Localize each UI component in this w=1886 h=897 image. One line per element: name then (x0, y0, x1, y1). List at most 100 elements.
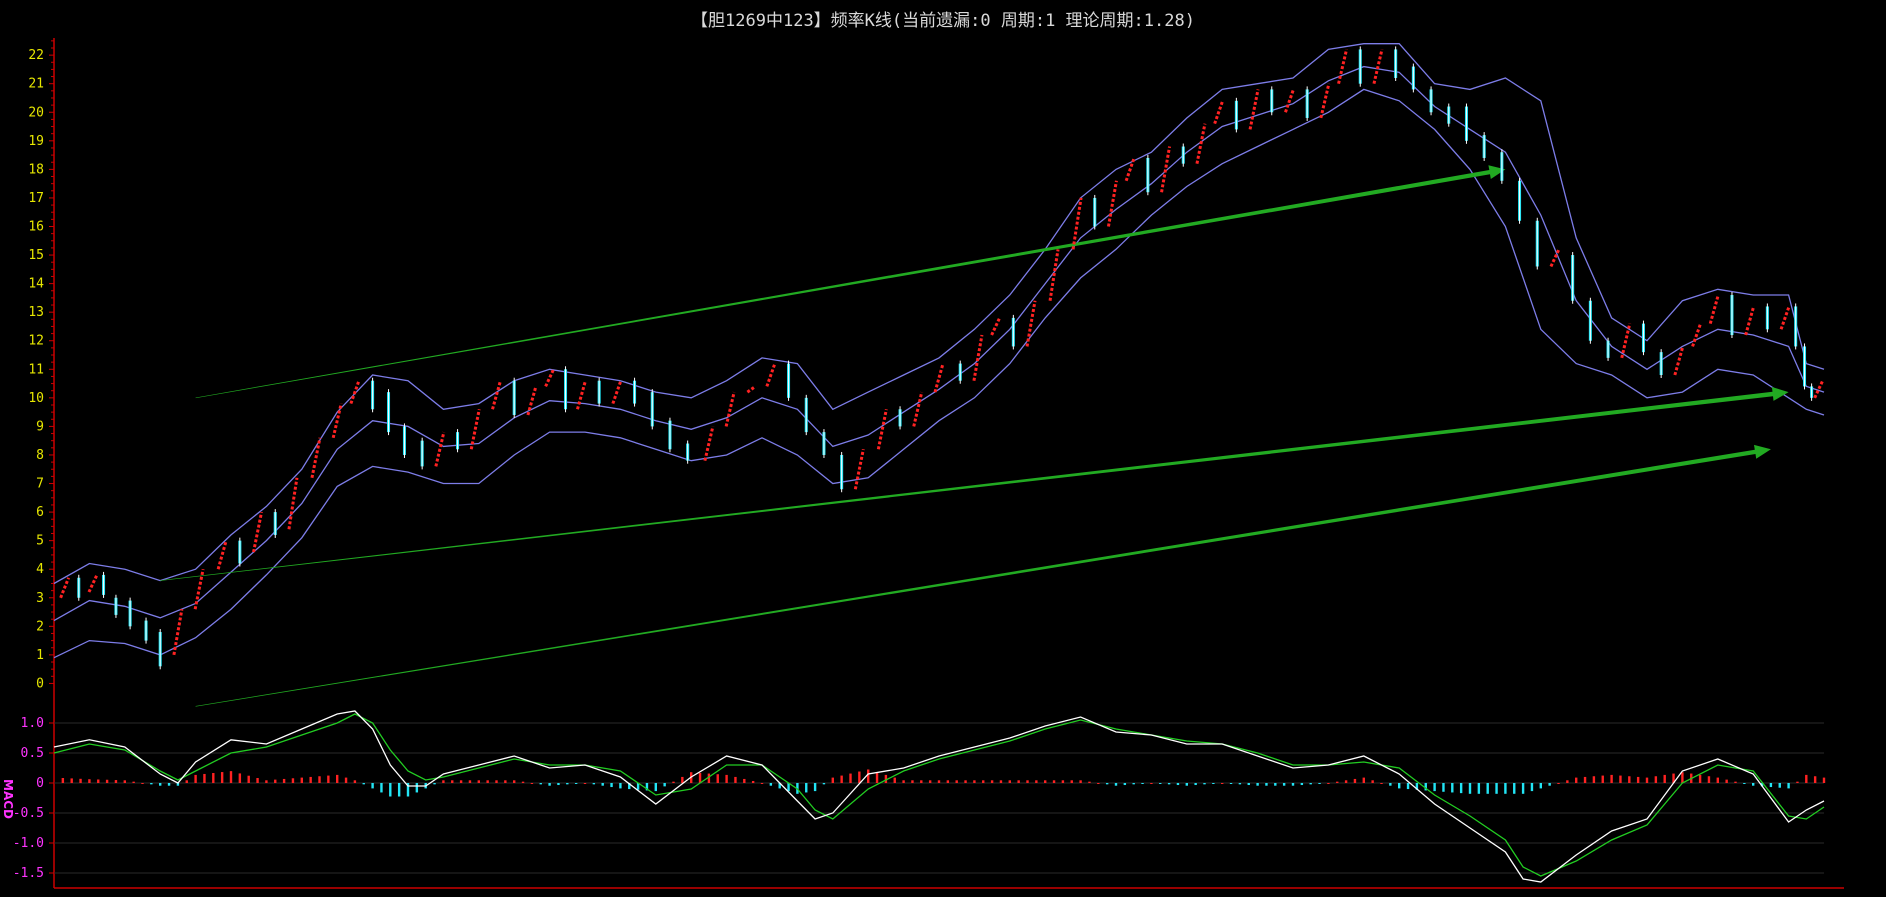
macd-panel-label: MACD (1, 779, 15, 819)
macd-bar-up (194, 774, 197, 783)
y-tick-label: 18 (28, 162, 44, 177)
macd-bar-up (902, 780, 905, 783)
candle-up (1124, 157, 1136, 182)
macd-bar-up (1813, 776, 1817, 783)
candle-up (611, 380, 623, 405)
macd-bar-down (1203, 783, 1206, 785)
macd-bar-down (1256, 783, 1259, 786)
macd-bar-up (955, 780, 958, 783)
candle-up (1248, 89, 1260, 130)
macd-bar-up (1822, 777, 1826, 783)
y-tick-label: 16 (28, 219, 44, 234)
macd-bar-down (1229, 783, 1233, 784)
y-tick-label: 5 (36, 534, 44, 549)
y-tick-label: 8 (36, 448, 44, 463)
macd-bar-up (212, 773, 215, 783)
macd-bar-up (920, 780, 923, 783)
macd-bar-down (619, 783, 622, 789)
macd-bar-up (123, 780, 126, 783)
macd-bar-up (442, 780, 445, 783)
candle-up (172, 608, 184, 656)
candle-up (544, 368, 555, 388)
y-tick-label: 9 (36, 419, 44, 434)
macd-bar-up (1654, 776, 1658, 783)
candle-up (87, 574, 99, 593)
macd-bar-down (822, 783, 826, 785)
macd-bar-up (1566, 780, 1569, 783)
macd-bar-down (159, 783, 162, 786)
macd-bar-up (893, 777, 896, 783)
y-tick-label: 0 (36, 676, 44, 691)
macd-bar-down (805, 783, 808, 793)
candle-up (853, 448, 865, 490)
y-tick-label: 12 (28, 334, 44, 349)
band-lower-line (53, 88, 1825, 659)
candle-up (1372, 49, 1384, 85)
macd-bar-up (1052, 780, 1056, 783)
macd-bar-down (150, 783, 153, 785)
macd-bar-up (946, 780, 950, 783)
macd-bar-down (1141, 783, 1144, 784)
macd-bar-up (1796, 781, 1799, 783)
macd-bar-down (1123, 783, 1127, 786)
macd-bar-up (238, 773, 242, 783)
macd-bar-down (1752, 783, 1755, 786)
macd-bar-up (1698, 774, 1702, 783)
macd-bar-up (300, 777, 303, 783)
macd-bar-up (743, 778, 746, 783)
y-tick-label: 17 (28, 191, 44, 206)
macd-bar-down (1539, 783, 1542, 789)
macd-bar-up (97, 779, 100, 783)
macd-bar-up (336, 774, 339, 783)
macd-bar-down (1787, 783, 1790, 789)
macd-bar-down (1159, 783, 1162, 784)
macd-bar-up (1380, 783, 1383, 784)
macd-bar-down (1451, 783, 1454, 793)
macd-bar-up (937, 780, 941, 783)
macd-bar-up (681, 776, 684, 783)
macd-tick-label: -0.5 (13, 806, 44, 821)
macd-bar-up (1008, 780, 1011, 783)
macd-bar-down (1442, 783, 1445, 792)
candle-up (576, 380, 587, 410)
macd-bar-down (1468, 783, 1472, 794)
macd-bar-up (928, 780, 932, 783)
macd-bar-up (203, 773, 206, 783)
candle-up (1779, 305, 1791, 330)
macd-bar-up (132, 781, 135, 783)
candles (59, 46, 1825, 670)
macd-bar-down (654, 783, 657, 792)
macd-bar-down (433, 783, 436, 785)
macd-bar-down (1778, 783, 1781, 788)
macd-bar-up (79, 778, 82, 783)
macd-bar-down (1769, 783, 1773, 788)
macd-bar-up (1575, 777, 1578, 783)
candle-up (1284, 88, 1295, 113)
macd-bar-down (557, 783, 560, 786)
macd-bar-up (831, 777, 834, 783)
y-tick-label: 15 (28, 248, 44, 263)
macd-bar-down (1309, 783, 1312, 785)
band-upper-line (53, 43, 1825, 585)
macd-bar-down (548, 783, 551, 786)
macd-bar-down (389, 783, 392, 797)
macd-bar-up (1707, 776, 1711, 783)
macd-bar-up (521, 781, 525, 783)
candle-up (216, 540, 228, 570)
macd-bar-up (265, 780, 268, 783)
macd-bar-down (592, 783, 596, 785)
band-middle-line (53, 65, 1825, 622)
macd-bar-up (964, 780, 967, 783)
macd-bar-up (751, 780, 755, 783)
y-tick-label: 19 (28, 134, 44, 149)
macd-bar-up (477, 780, 480, 783)
macd-bar-up (459, 780, 463, 783)
macd-bar-down (1176, 783, 1180, 786)
macd-bar-up (1026, 780, 1029, 783)
macd-bar-up (309, 776, 312, 783)
macd-bar-down (380, 783, 383, 793)
macd-bar-down (1194, 783, 1197, 786)
macd-bar-down (610, 783, 613, 788)
macd-bar-down (1495, 783, 1498, 794)
macd-bar-up (105, 779, 109, 783)
